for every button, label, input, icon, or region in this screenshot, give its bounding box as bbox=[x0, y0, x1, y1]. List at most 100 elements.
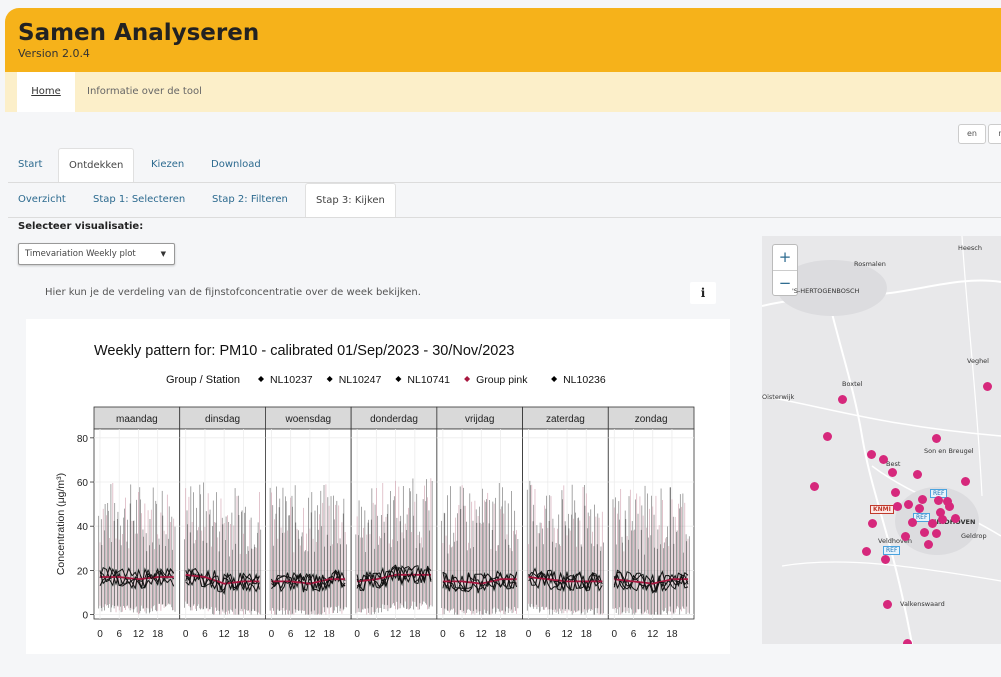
panel-label: zondag bbox=[635, 414, 668, 425]
station-marker[interactable] bbox=[934, 496, 943, 505]
panel-label: donderdag bbox=[370, 414, 418, 425]
station-marker[interactable] bbox=[823, 432, 832, 441]
page: Samen Analyseren Version 2.0.4 Home Info… bbox=[0, 0, 1001, 677]
legend-title: Group / Station bbox=[166, 374, 240, 386]
station-marker[interactable] bbox=[838, 395, 847, 404]
panel-label: zaterdag bbox=[546, 414, 585, 425]
nav-home-link[interactable]: Home bbox=[17, 72, 75, 112]
station-marker[interactable] bbox=[932, 529, 941, 538]
map-label-boxtel: Boxtel bbox=[842, 380, 863, 388]
station-marker[interactable] bbox=[903, 639, 912, 644]
sub-tabs: Overzicht Stap 1: Selecteren Stap 2: Fil… bbox=[8, 183, 1001, 217]
x-tick-label: 18 bbox=[324, 629, 336, 640]
x-tick-label: 6 bbox=[202, 629, 208, 640]
station-marker[interactable] bbox=[908, 518, 917, 527]
station-marker[interactable] bbox=[961, 477, 970, 486]
legend-key-icon bbox=[258, 376, 264, 382]
station-marker[interactable] bbox=[893, 502, 902, 511]
x-tick-label: 12 bbox=[647, 629, 659, 640]
language-button-nl[interactable]: nl bbox=[988, 124, 1001, 144]
legend-item: Group pink bbox=[476, 374, 528, 386]
x-tick-label: 18 bbox=[409, 629, 421, 640]
app-version: Version 2.0.4 bbox=[18, 47, 90, 60]
language-button-en[interactable]: en bbox=[958, 124, 986, 144]
station-marker[interactable] bbox=[901, 532, 910, 541]
chart-title: Weekly pattern for: PM10 - calibrated 01… bbox=[94, 343, 514, 359]
tab-start[interactable]: Start bbox=[8, 148, 52, 182]
x-tick-label: 6 bbox=[116, 629, 122, 640]
visualisation-label: Selecteer visualisatie: bbox=[18, 221, 144, 232]
station-marker[interactable] bbox=[888, 468, 897, 477]
tab-download[interactable]: Download bbox=[201, 148, 271, 182]
legend-item: NL10237 bbox=[270, 374, 313, 386]
tab-kiezen[interactable]: Kiezen bbox=[141, 148, 194, 182]
map-label-oisterwijk: Oisterwijk bbox=[762, 393, 795, 401]
x-tick-label: 0 bbox=[354, 629, 360, 640]
zoom-in-button[interactable]: + bbox=[773, 245, 797, 270]
station-marker[interactable] bbox=[983, 382, 992, 391]
ref-station-marker[interactable]: REF bbox=[883, 546, 901, 555]
x-tick-label: 0 bbox=[612, 629, 618, 640]
knmi-station-marker[interactable]: KNMI bbox=[870, 505, 894, 514]
x-tick-label: 0 bbox=[97, 629, 103, 640]
weekly-plot: Weekly pattern for: PM10 - calibrated 01… bbox=[55, 343, 695, 640]
info-button[interactable]: i bbox=[690, 282, 716, 304]
map-label-rosmalen: Rosmalen bbox=[854, 260, 886, 268]
chart-plot-area: maandag 0 6 12 18 dinsdag 0 6 12 18 woensdag 0 6 12 18… bbox=[55, 406, 695, 640]
station-marker[interactable] bbox=[915, 504, 924, 513]
x-tick-label: 12 bbox=[390, 629, 402, 640]
station-marker[interactable] bbox=[920, 528, 929, 537]
subtab-divider bbox=[8, 217, 1001, 218]
station-marker[interactable] bbox=[918, 495, 927, 504]
station-map[interactable]: + − Heesch Rosmalen 'S-HERTOGENBOSCH Veg… bbox=[762, 236, 1001, 644]
station-marker[interactable] bbox=[810, 482, 819, 491]
station-marker[interactable] bbox=[862, 547, 871, 556]
station-marker[interactable] bbox=[867, 450, 876, 459]
x-tick-label: 6 bbox=[288, 629, 294, 640]
x-tick-label: 0 bbox=[526, 629, 532, 640]
map-label-best: Best bbox=[886, 460, 901, 468]
legend-key-icon bbox=[326, 376, 333, 382]
tab-overzicht[interactable]: Overzicht bbox=[8, 183, 76, 217]
station-marker[interactable] bbox=[879, 455, 888, 464]
visualisation-selected: Timevariation Weekly plot bbox=[25, 249, 136, 259]
station-marker[interactable] bbox=[928, 519, 937, 528]
station-marker[interactable] bbox=[924, 540, 933, 549]
top-nav: Home Informatie over de tool bbox=[5, 72, 1001, 112]
y-tick-label: 80 bbox=[77, 434, 89, 445]
y-tick-label: 20 bbox=[77, 566, 89, 577]
station-marker[interactable] bbox=[891, 488, 900, 497]
station-marker[interactable] bbox=[945, 502, 954, 511]
nav-info-link[interactable]: Informatie over de tool bbox=[87, 72, 202, 112]
station-marker[interactable] bbox=[932, 434, 941, 443]
map-label-son: Son en Breugel bbox=[924, 447, 974, 455]
x-tick-label: 12 bbox=[133, 629, 145, 640]
x-tick-label: 0 bbox=[183, 629, 189, 640]
tab-stap2[interactable]: Stap 2: Filteren bbox=[202, 183, 298, 217]
x-tick-label: 6 bbox=[545, 629, 551, 640]
main-tabs: Start Ontdekken Kiezen Download bbox=[8, 148, 1001, 182]
station-marker[interactable] bbox=[881, 555, 890, 564]
map-label-veghel: Veghel bbox=[967, 357, 989, 365]
map-label-geldrop: Geldrop bbox=[961, 532, 987, 540]
map-roads bbox=[762, 236, 1001, 644]
legend-key-icon bbox=[395, 376, 402, 382]
x-tick-label: 0 bbox=[440, 629, 446, 640]
map-label-den-bosch: 'S-HERTOGENBOSCH bbox=[792, 287, 860, 295]
tab-stap3[interactable]: Stap 3: Kijken bbox=[305, 183, 396, 217]
app-title: Samen Analyseren bbox=[18, 20, 260, 46]
station-marker[interactable] bbox=[883, 600, 892, 609]
tab-ontdekken[interactable]: Ontdekken bbox=[58, 148, 135, 182]
tab-stap1[interactable]: Stap 1: Selecteren bbox=[83, 183, 195, 217]
station-marker[interactable] bbox=[951, 514, 960, 523]
x-tick-label: 6 bbox=[631, 629, 637, 640]
station-marker[interactable] bbox=[904, 500, 913, 509]
legend-key-icon bbox=[464, 376, 471, 382]
visualisation-select[interactable]: Timevariation Weekly plot ▼ bbox=[18, 243, 175, 265]
station-marker[interactable] bbox=[868, 519, 877, 528]
legend-item: NL10236 bbox=[563, 374, 606, 386]
station-marker[interactable] bbox=[913, 470, 922, 479]
caret-down-icon: ▼ bbox=[160, 250, 166, 258]
x-tick-label: 12 bbox=[476, 629, 488, 640]
station-marker[interactable] bbox=[936, 508, 945, 517]
